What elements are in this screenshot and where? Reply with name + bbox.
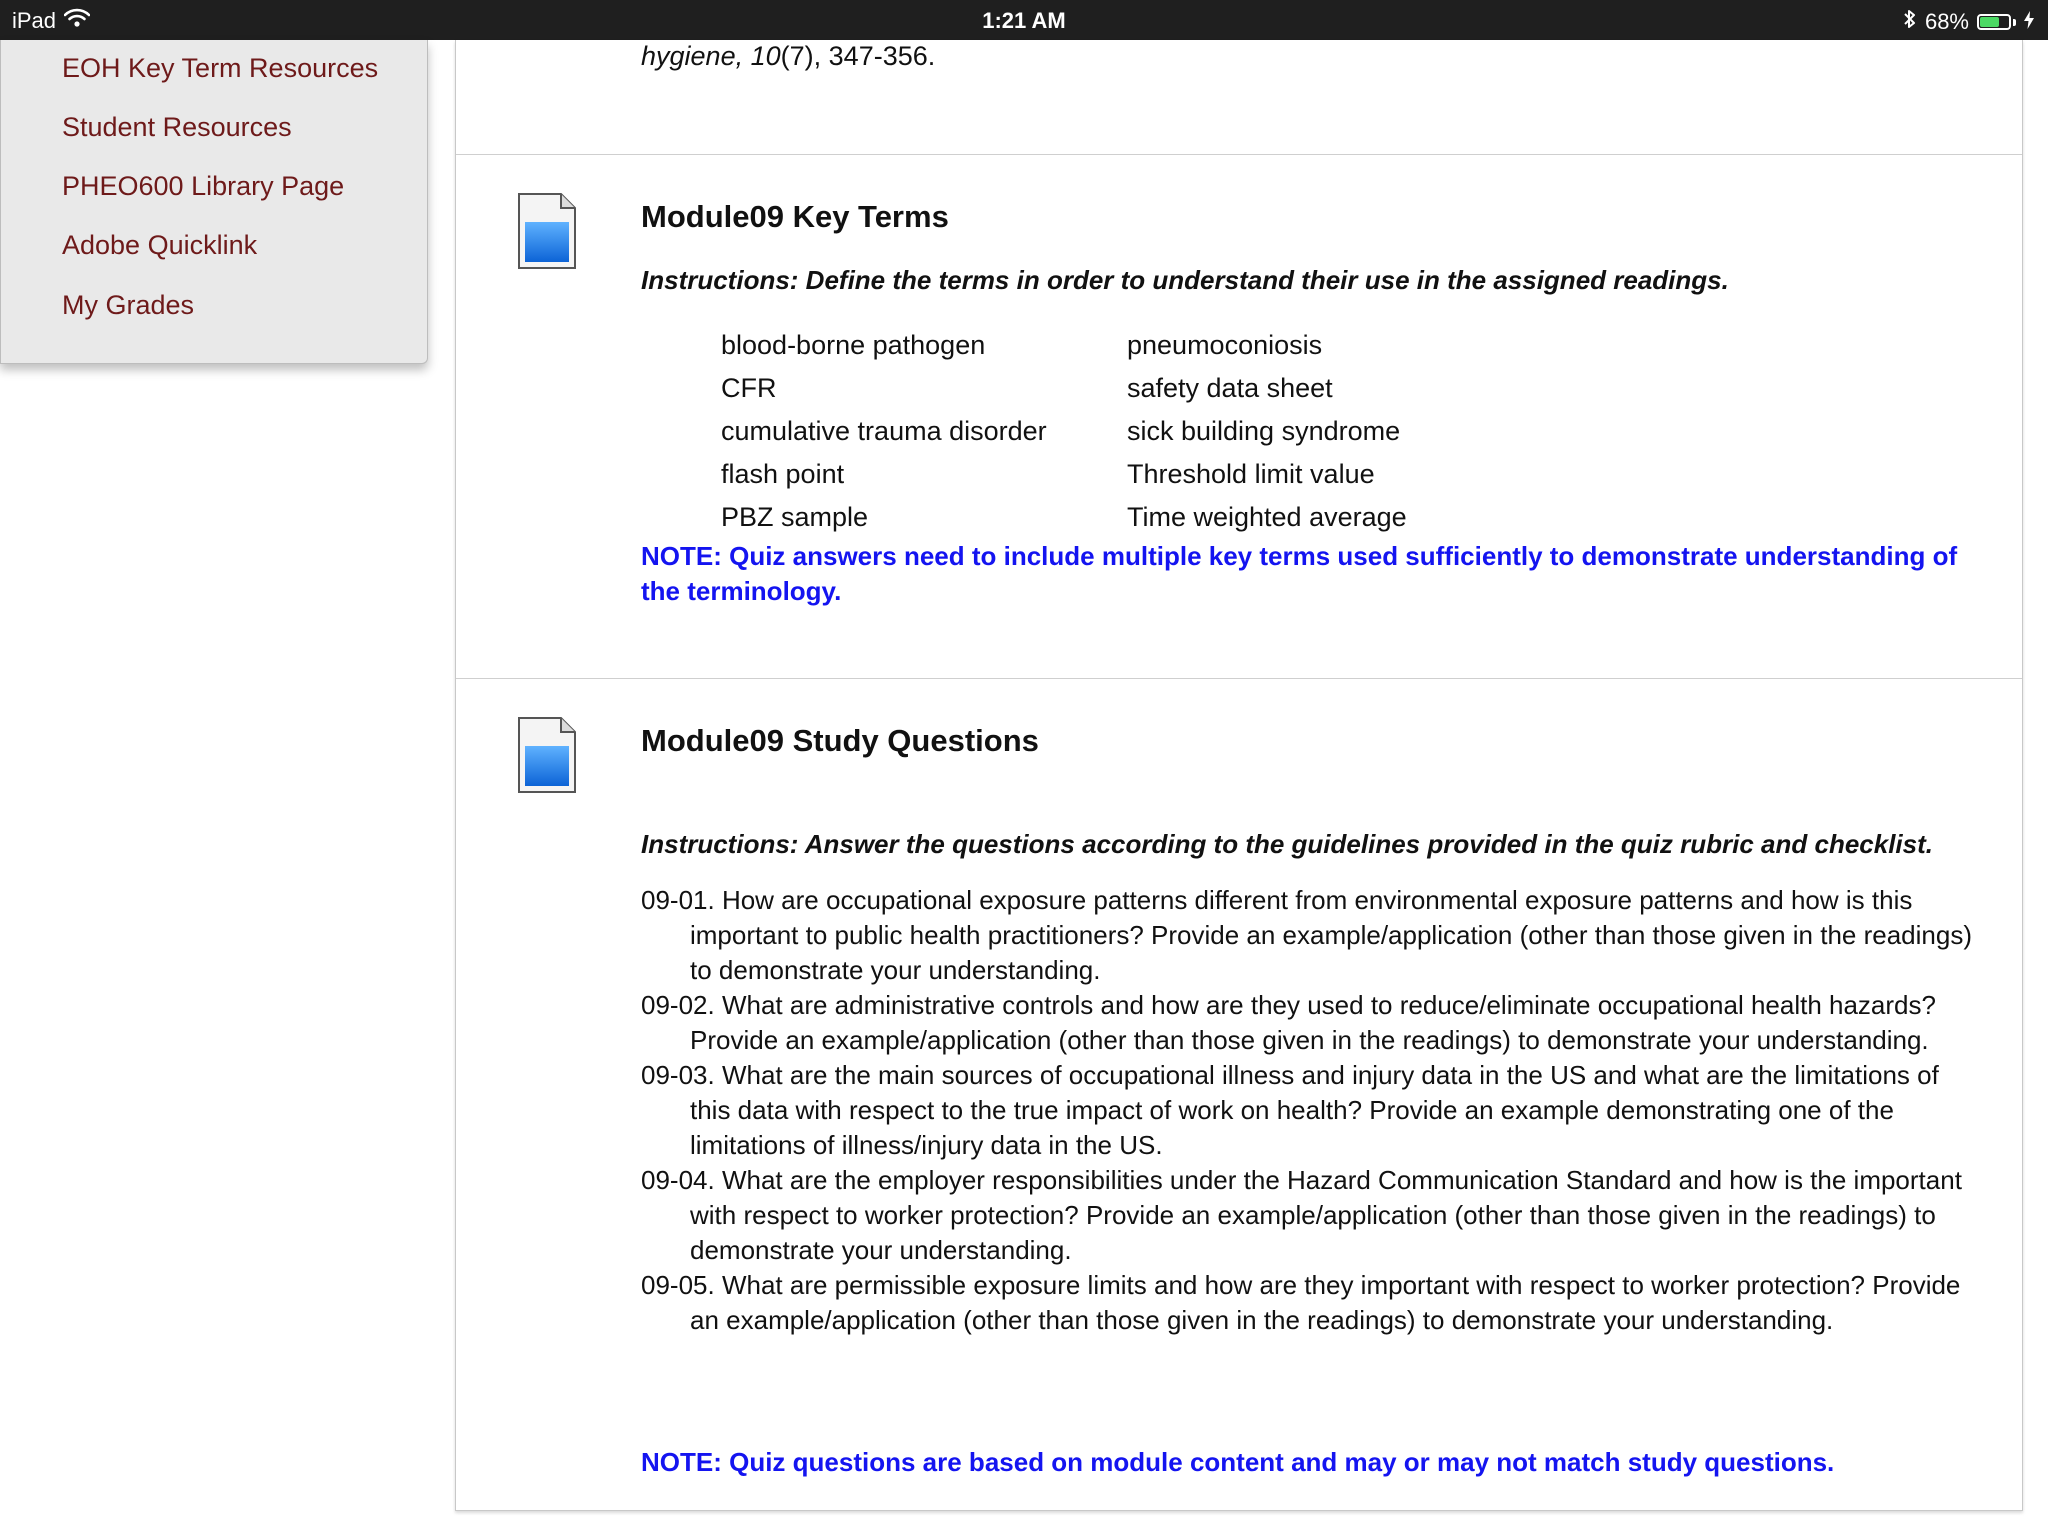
status-bar: iPad 1:21 AM 68% — [0, 0, 2048, 40]
study-questions-instructions: Instructions: Answer the questions accor… — [641, 829, 1933, 859]
menu-item-student-resources[interactable]: Student Resources — [62, 112, 292, 143]
term: Time weighted average — [1127, 502, 1407, 532]
citation-journal: hygiene, — [641, 41, 744, 71]
list-item: 09-01. How are occupational exposure pat… — [641, 885, 1972, 985]
list-item: 09-04. What are the employer responsibil… — [641, 1165, 1962, 1265]
key-terms-note: NOTE: Quiz answers need to include multi… — [641, 541, 1958, 606]
term: safety data sheet — [1127, 373, 1333, 403]
course-menu: EOH Key Term Resources Student Resources… — [0, 40, 428, 364]
term: sick building syndrome — [1127, 416, 1401, 446]
section-divider — [456, 154, 2022, 155]
charging-bolt-icon — [2024, 9, 2034, 35]
study-questions-note: NOTE: Quiz questions are based on module… — [641, 1447, 1835, 1477]
study-questions-list: 09-01. How are occupational exposure pat… — [641, 883, 1981, 1338]
term: cumulative trauma disorder — [721, 416, 1047, 446]
battery-icon — [1977, 14, 2011, 30]
battery-level — [1980, 17, 1999, 27]
study-questions-title[interactable]: Module09 Study Questions — [641, 723, 1039, 759]
list-item: 09-02. What are administrative controls … — [641, 990, 1936, 1055]
term: pneumoconiosis — [1127, 330, 1323, 360]
document-icon[interactable] — [517, 716, 577, 794]
terms-right-column: pneumoconiosis safety data sheet sick bu… — [1127, 324, 1407, 539]
battery-tip — [2013, 18, 2016, 26]
status-right: 68% — [1903, 8, 2034, 36]
terms-left-column: blood-borne pathogen CFR cumulative trau… — [721, 324, 1047, 539]
document-icon[interactable] — [517, 192, 577, 270]
citation-pages: (7), 347-356. — [780, 41, 936, 71]
term: blood-borne pathogen — [721, 330, 986, 360]
key-terms-instructions: Instructions: Define the terms in order … — [641, 265, 1729, 295]
menu-item-adobe-quicklink[interactable]: Adobe Quicklink — [62, 230, 257, 261]
term: CFR — [721, 373, 777, 403]
term: PBZ sample — [721, 502, 869, 532]
menu-item-eoh-key-term-resources[interactable]: EOH Key Term Resources — [62, 53, 378, 84]
menu-item-my-grades[interactable]: My Grades — [62, 290, 194, 321]
term: flash point — [721, 459, 845, 489]
citation-volume: 10 — [750, 41, 781, 71]
bluetooth-icon — [1903, 8, 1917, 36]
section-divider — [456, 678, 2022, 679]
list-item: 09-05. What are permissible exposure lim… — [641, 1270, 1961, 1335]
content-panel: hygiene, 10(7), 347-356. Module09 Key Te… — [455, 40, 2023, 1511]
battery-percent: 68% — [1924, 9, 1969, 34]
term: Threshold limit value — [1127, 459, 1375, 489]
menu-item-library-page[interactable]: PHEO600 Library Page — [62, 171, 344, 202]
citation-text: hygiene, 10(7), 347-356. — [641, 41, 935, 72]
clock: 1:21 AM — [982, 8, 1066, 33]
list-item: 09-03. What are the main sources of occu… — [641, 1060, 1939, 1160]
key-terms-title[interactable]: Module09 Key Terms — [641, 199, 949, 235]
